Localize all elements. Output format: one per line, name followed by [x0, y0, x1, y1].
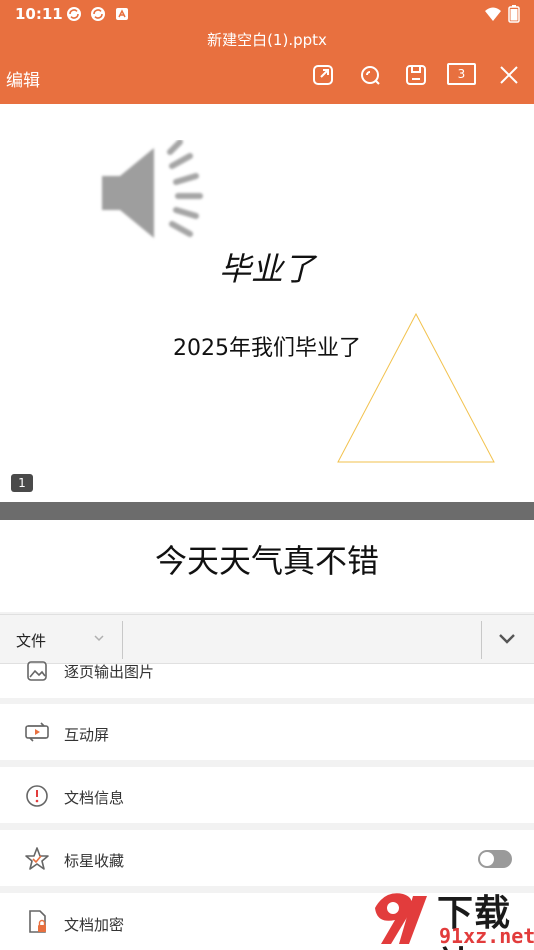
chevron-down-icon[interactable]: [93, 633, 105, 643]
star-icon: [24, 846, 50, 872]
slide-2[interactable]: 今天天气真不错: [0, 520, 534, 612]
slide-1[interactable]: 毕业了 2025年我们毕业了 1: [0, 104, 534, 502]
share-icon: [313, 65, 333, 85]
menu-item-label: 标星收藏: [64, 852, 125, 870]
menu-divider: [481, 621, 482, 659]
close-icon: [500, 66, 518, 84]
screen: 10:11 新建空白(1).pptx 编辑 3 毕业了 2025年我们毕业了 1…: [0, 0, 534, 950]
system-icons: [484, 5, 520, 23]
menu-item-label: 文档加密: [64, 916, 125, 934]
slide-title[interactable]: 毕业了: [0, 244, 534, 290]
status-time: 10:11: [15, 5, 63, 23]
app-notification-icon: [116, 8, 128, 20]
menu-item-label: 逐页输出图片: [64, 663, 155, 681]
edit-button[interactable]: 编辑: [6, 66, 40, 91]
menu-item-star-favorite[interactable]: 标星收藏: [0, 830, 534, 886]
menu-item-export-images[interactable]: 逐页输出图片: [0, 661, 534, 698]
file-title: 新建空白(1).pptx: [207, 31, 327, 49]
slide-2-text[interactable]: 今天天气真不错: [0, 536, 534, 582]
sync-icon: [91, 7, 105, 21]
menu-item-label: 文档信息: [64, 789, 125, 807]
file-menu-tab[interactable]: 文件: [16, 630, 46, 651]
close-button[interactable]: [496, 62, 522, 88]
menu-item-label: 互动屏: [64, 726, 110, 744]
search-icon: [361, 66, 380, 85]
menu-divider: [122, 621, 123, 659]
toggle-knob: [480, 852, 494, 866]
search-button[interactable]: [357, 62, 383, 88]
battery-icon: [508, 5, 520, 23]
notification-icons: [66, 6, 130, 22]
watermark: 下载站 91xz.net: [365, 884, 534, 950]
slide-separator: [0, 502, 534, 520]
watermark-logo-icon: [375, 893, 427, 944]
share-button[interactable]: [310, 62, 336, 88]
triangle-shape[interactable]: [336, 312, 496, 464]
wifi-icon: [485, 7, 501, 21]
sync-icon: [67, 7, 81, 21]
interactive-screen-icon: [24, 719, 50, 745]
tab-count-button[interactable]: 3: [447, 63, 476, 85]
save-icon: [406, 65, 426, 85]
watermark-text-en: 91xz.net: [439, 924, 534, 948]
speaker-icon[interactable]: [96, 140, 208, 246]
slide-number-badge: 1: [11, 474, 33, 492]
menu-item-interactive-screen[interactable]: 互动屏: [0, 704, 534, 760]
menu-item-document-info[interactable]: 文档信息: [0, 767, 534, 823]
collapse-chevron-icon[interactable]: [496, 629, 518, 649]
menu-bar: 文件: [0, 614, 534, 664]
favorite-toggle[interactable]: [478, 850, 512, 868]
lock-document-icon: [24, 909, 50, 935]
info-icon: [24, 783, 50, 809]
header: 10:11 新建空白(1).pptx 编辑 3: [0, 0, 534, 104]
status-bar: 10:11: [0, 0, 534, 28]
image-export-icon: [24, 658, 50, 684]
save-button[interactable]: [403, 62, 429, 88]
